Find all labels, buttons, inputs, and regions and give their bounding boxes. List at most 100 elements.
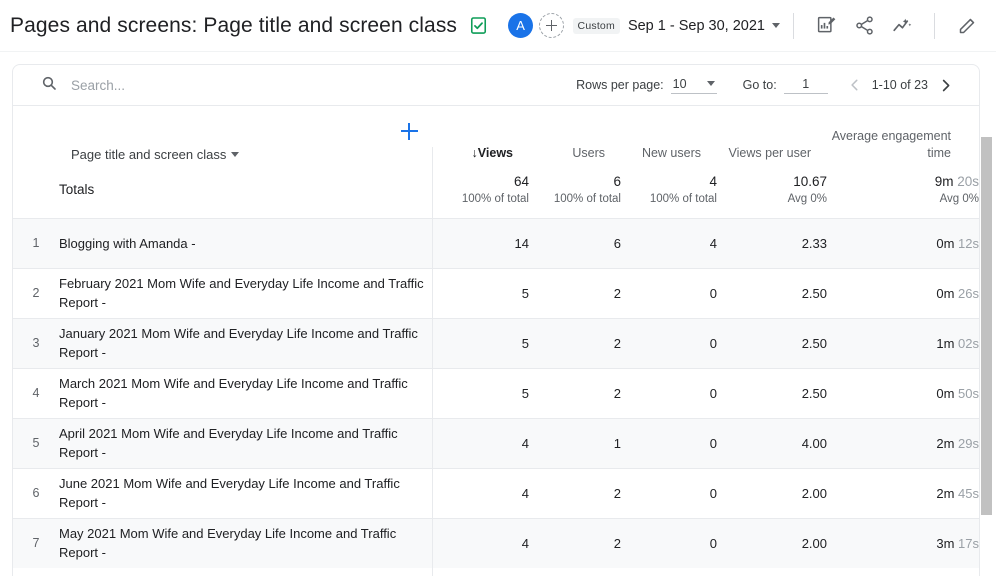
totals-row: Totals 64 100% of total 6 100% of total …: [13, 162, 979, 218]
row-dimension[interactable]: June 2021 Mom Wife and Everyday Life Inc…: [59, 467, 433, 518]
row-views-per-user: 2.00: [717, 517, 827, 568]
row-dimension[interactable]: March 2021 Mom Wife and Everyday Life In…: [59, 367, 433, 418]
report-table: Page title and screen class ↓Views Users…: [13, 106, 979, 568]
share-icon[interactable]: [849, 11, 879, 41]
report-card: Rows per page: 10 Go to: 1 1-10 of 23: [12, 64, 980, 576]
dimension-selector[interactable]: Page title and screen class: [71, 147, 433, 162]
add-dimension-icon[interactable]: [396, 118, 422, 144]
row-avg-engagement-time: 1m 02s: [827, 317, 979, 368]
chevron-down-icon: [706, 81, 715, 86]
row-users: 2: [529, 267, 621, 318]
row-views: 5: [433, 267, 529, 318]
column-header-users[interactable]: Users: [529, 106, 621, 162]
row-users: 2: [529, 367, 621, 418]
row-index: 2: [13, 267, 59, 318]
row-new-users: 0: [621, 417, 717, 468]
vertical-scrollbar[interactable]: [981, 137, 992, 576]
scrollbar-thumb[interactable]: [981, 137, 992, 515]
table-row[interactable]: 6 June 2021 Mom Wife and Everyday Life I…: [13, 467, 979, 518]
rows-per-page-select[interactable]: 10: [670, 77, 717, 94]
google-sheets-export-icon[interactable]: [469, 16, 488, 35]
row-dimension[interactable]: Blogging with Amanda -: [59, 217, 433, 268]
customize-report-icon[interactable]: [811, 11, 841, 41]
goto-page-input[interactable]: 1: [783, 77, 828, 94]
table-row[interactable]: 1 Blogging with Amanda - 14 6 4 2.33 0m …: [13, 217, 979, 268]
row-index: 4: [13, 367, 59, 418]
totals-users: 6 100% of total: [529, 162, 621, 218]
totals-label: Totals: [59, 182, 95, 198]
row-users: 2: [529, 317, 621, 368]
date-range-picker[interactable]: Sep 1 - Sep 30, 2021: [628, 18, 780, 34]
row-index: 3: [13, 317, 59, 368]
goto-label: Go to:: [742, 78, 777, 92]
dimension-header: Page title and screen class: [59, 106, 433, 162]
table-row[interactable]: 3 January 2021 Mom Wife and Everyday Lif…: [13, 317, 979, 368]
row-avg-engagement-time: 0m 12s: [827, 217, 979, 268]
row-index: 6: [13, 467, 59, 518]
row-views: 4: [433, 517, 529, 568]
column-header-avg-engagement-time[interactable]: Average engagement time: [827, 106, 979, 162]
column-header-new-users[interactable]: New users: [621, 106, 717, 162]
chevron-down-icon: [772, 23, 780, 28]
totals-avg-engagement-time: 9m 20s Avg 0%: [827, 162, 979, 218]
totals-views-value: 64: [513, 173, 529, 189]
totals-new-users: 4 100% of total: [621, 162, 717, 218]
edit-icon[interactable]: [952, 11, 982, 41]
prev-page-button[interactable]: [844, 78, 866, 92]
row-views-per-user: 2.00: [717, 467, 827, 518]
row-new-users: 0: [621, 367, 717, 418]
header-divider: [793, 12, 794, 39]
header-divider-2: [934, 12, 935, 39]
row-views-per-user: 2.50: [717, 317, 827, 368]
table-row[interactable]: 4 March 2021 Mom Wife and Everyday Life …: [13, 367, 979, 418]
search-input[interactable]: [71, 77, 371, 93]
row-views-per-user: 4.00: [717, 417, 827, 468]
search-group: [41, 75, 371, 96]
table-header: Page title and screen class ↓Views Users…: [13, 106, 979, 162]
row-views: 5: [433, 317, 529, 368]
avatar[interactable]: A: [508, 13, 534, 38]
totals-engagement-sub: Avg 0%: [939, 192, 979, 205]
column-header-views-per-user[interactable]: Views per user: [717, 106, 827, 162]
rows-per-page-label: Rows per page:: [576, 78, 664, 92]
row-new-users: 4: [621, 217, 717, 268]
totals-new-users-sub: 100% of total: [649, 192, 717, 205]
row-users: 2: [529, 467, 621, 518]
table-body: Totals 64 100% of total 6 100% of total …: [13, 162, 979, 568]
sort-indicator: ↓Views: [471, 146, 513, 160]
table-row[interactable]: 5 April 2021 Mom Wife and Everyday Life …: [13, 417, 979, 468]
chevron-down-icon: [231, 152, 240, 157]
report-card-area: Rows per page: 10 Go to: 1 1-10 of 23: [0, 52, 996, 576]
row-users: 6: [529, 217, 621, 268]
row-index: 7: [13, 517, 59, 568]
table-row[interactable]: 7 May 2021 Mom Wife and Everyday Life In…: [13, 517, 979, 568]
spacer-cell: [13, 106, 59, 162]
page-title: Pages and screens: Page title and screen…: [10, 13, 458, 37]
row-dimension[interactable]: February 2021 Mom Wife and Everyday Life…: [59, 267, 433, 318]
table-toolbar: Rows per page: 10 Go to: 1 1-10 of 23: [13, 65, 979, 106]
row-views: 4: [433, 467, 529, 518]
totals-views-per-user-value: 10.67: [793, 173, 827, 189]
search-icon: [41, 75, 57, 96]
table-row[interactable]: 2 February 2021 Mom Wife and Everyday Li…: [13, 267, 979, 318]
row-avg-engagement-time: 2m 29s: [827, 417, 979, 468]
next-page-button[interactable]: [934, 78, 957, 93]
totals-users-value: 6: [613, 173, 621, 189]
row-dimension[interactable]: May 2021 Mom Wife and Everyday Life Inco…: [59, 517, 433, 568]
totals-engagement-value: 9m 20s: [934, 173, 979, 189]
row-index: 5: [13, 417, 59, 468]
column-header-views[interactable]: ↓Views: [433, 106, 529, 162]
column-header-avg-engagement-time-label: Average engagement time: [831, 129, 951, 160]
insights-icon[interactable]: [887, 11, 917, 41]
row-new-users: 0: [621, 517, 717, 568]
title-group: Pages and screens: Page title and screen…: [10, 14, 488, 38]
row-dimension[interactable]: January 2021 Mom Wife and Everyday Life …: [59, 317, 433, 368]
row-users: 1: [529, 417, 621, 468]
date-range-label: Sep 1 - Sep 30, 2021: [627, 17, 765, 34]
pagination-controls: Rows per page: 10 Go to: 1 1-10 of 23: [576, 77, 957, 94]
row-new-users: 0: [621, 267, 717, 318]
add-user-icon[interactable]: [539, 13, 565, 38]
row-new-users: 0: [621, 317, 717, 368]
page-range-text: 1-10 of 23: [871, 78, 928, 92]
row-dimension[interactable]: April 2021 Mom Wife and Everyday Life In…: [59, 417, 433, 468]
